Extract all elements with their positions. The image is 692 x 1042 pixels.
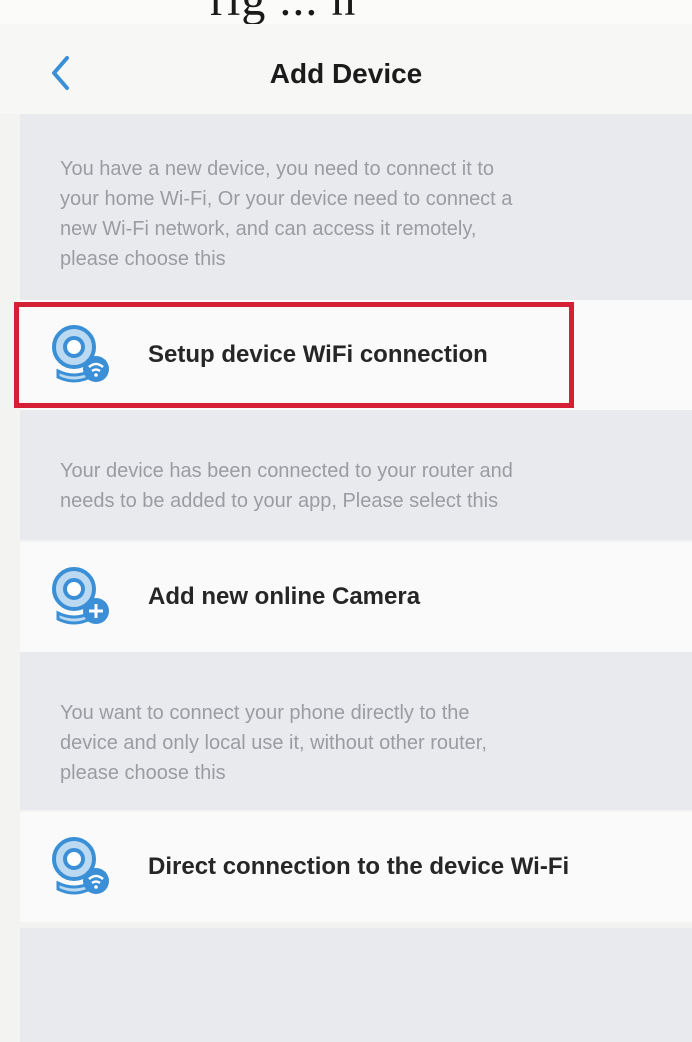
- option-description: Your device has been connected to your r…: [20, 410, 692, 540]
- option-label: Direct connection to the device Wi-Fi: [148, 853, 570, 880]
- add-online-camera-option[interactable]: Add new online Camera: [20, 542, 692, 652]
- description-line: please choose this: [60, 248, 226, 270]
- description-line: You want to connect your phone directly …: [60, 702, 470, 724]
- empty-section: [20, 928, 692, 1042]
- description-line: Your device has been connected to your r…: [60, 460, 513, 482]
- description-line: new Wi-Fi network, and can access it rem…: [60, 218, 477, 240]
- camera-wifi-icon: [52, 837, 109, 895]
- description-line: needs to be added to your app, Please se…: [60, 490, 499, 512]
- direct-connection-option[interactable]: Direct connection to the device Wi-Fi: [20, 812, 692, 922]
- description-line: You have a new device, you need to conne…: [60, 158, 495, 180]
- cropped-top-text: rig ... n: [0, 0, 692, 24]
- description-line: device and only local use it, without ot…: [60, 732, 487, 754]
- description-line: please choose this: [60, 762, 226, 784]
- option-description: You want to connect your phone directly …: [20, 652, 692, 810]
- camera-add-icon: [52, 567, 109, 625]
- option-label: Add new online Camera: [148, 583, 421, 610]
- page-title: Add Device: [269, 58, 423, 89]
- description-line: your home Wi-Fi, Or your device need to …: [60, 188, 513, 210]
- nav-header: Add Device: [0, 24, 692, 114]
- option-description: You have a new device, you need to conne…: [20, 114, 692, 300]
- highlight-frame: [14, 302, 574, 408]
